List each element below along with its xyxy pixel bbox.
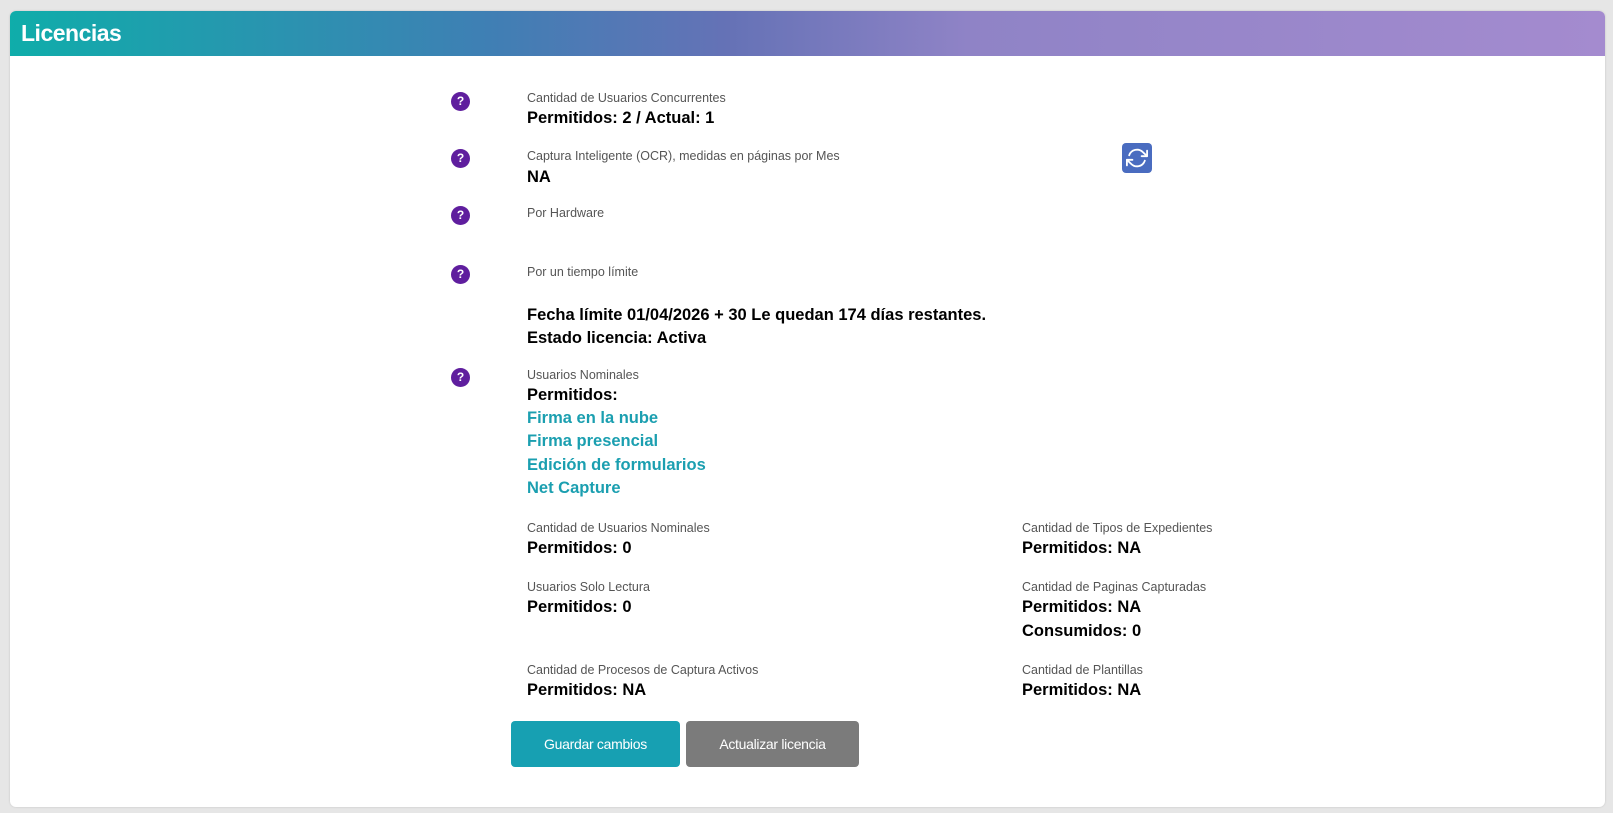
panel-header: Licencias [10, 11, 1605, 56]
save-changes-button[interactable]: Guardar cambios [511, 721, 680, 767]
read-only-value: Permitidos: 0 [527, 598, 632, 616]
deadline-text: Fecha límite 01/04/2026 + 30 Le quedan 1… [527, 306, 987, 324]
help-icon-nominal[interactable]: ? [451, 368, 470, 387]
link-firma-nube[interactable]: Firma en la nube [527, 409, 658, 428]
file-types-value: Permitidos: NA [1022, 539, 1142, 557]
capture-processes-label: Cantidad de Procesos de Captura Activos [527, 663, 759, 677]
capture-processes-value: Permitidos: NA [527, 681, 647, 699]
nominal-count-value: Permitidos: 0 [527, 539, 632, 557]
concurrent-users-value: Permitidos: 2 / Actual: 1 [527, 109, 715, 127]
help-icon-hardware[interactable]: ? [451, 206, 470, 225]
license-status: Estado licencia: Activa [527, 329, 707, 347]
captured-pages-label: Cantidad de Paginas Capturadas [1022, 580, 1207, 594]
nominal-users-label: Usuarios Nominales [527, 368, 639, 382]
concurrent-users-label: Cantidad de Usuarios Concurrentes [527, 91, 726, 105]
page-title: Licencias [21, 20, 122, 46]
link-firma-presencial[interactable]: Firma presencial [527, 432, 658, 451]
link-net-capture[interactable]: Net Capture [527, 479, 621, 498]
ocr-label: Captura Inteligente (OCR), medidas en pá… [527, 149, 840, 163]
hardware-label: Por Hardware [527, 206, 605, 220]
link-edicion-formularios[interactable]: Edición de formularios [527, 456, 706, 475]
help-icon-time-limit[interactable]: ? [451, 265, 470, 284]
captured-pages-consumed: Consumidos: 0 [1022, 622, 1142, 640]
file-types-label: Cantidad de Tipos de Expedientes [1022, 521, 1213, 535]
ocr-value: NA [527, 168, 551, 186]
captured-pages-value: Permitidos: NA [1022, 598, 1142, 616]
refresh-button[interactable] [1122, 143, 1152, 173]
templates-label: Cantidad de Plantillas [1022, 663, 1143, 677]
refresh-icon [1126, 148, 1148, 168]
time-limit-label: Por un tiempo límite [527, 265, 639, 279]
update-license-button[interactable]: Actualizar licencia [686, 721, 859, 767]
licenses-panel: Licencias ? Cantidad de Usuarios Concurr… [10, 11, 1605, 807]
nominal-users-value: Permitidos: [527, 386, 618, 404]
nominal-count-label: Cantidad de Usuarios Nominales [527, 521, 710, 535]
help-icon-concurrent[interactable]: ? [451, 92, 470, 111]
read-only-label: Usuarios Solo Lectura [527, 580, 650, 594]
help-icon-ocr[interactable]: ? [451, 149, 470, 168]
templates-value: Permitidos: NA [1022, 681, 1142, 699]
